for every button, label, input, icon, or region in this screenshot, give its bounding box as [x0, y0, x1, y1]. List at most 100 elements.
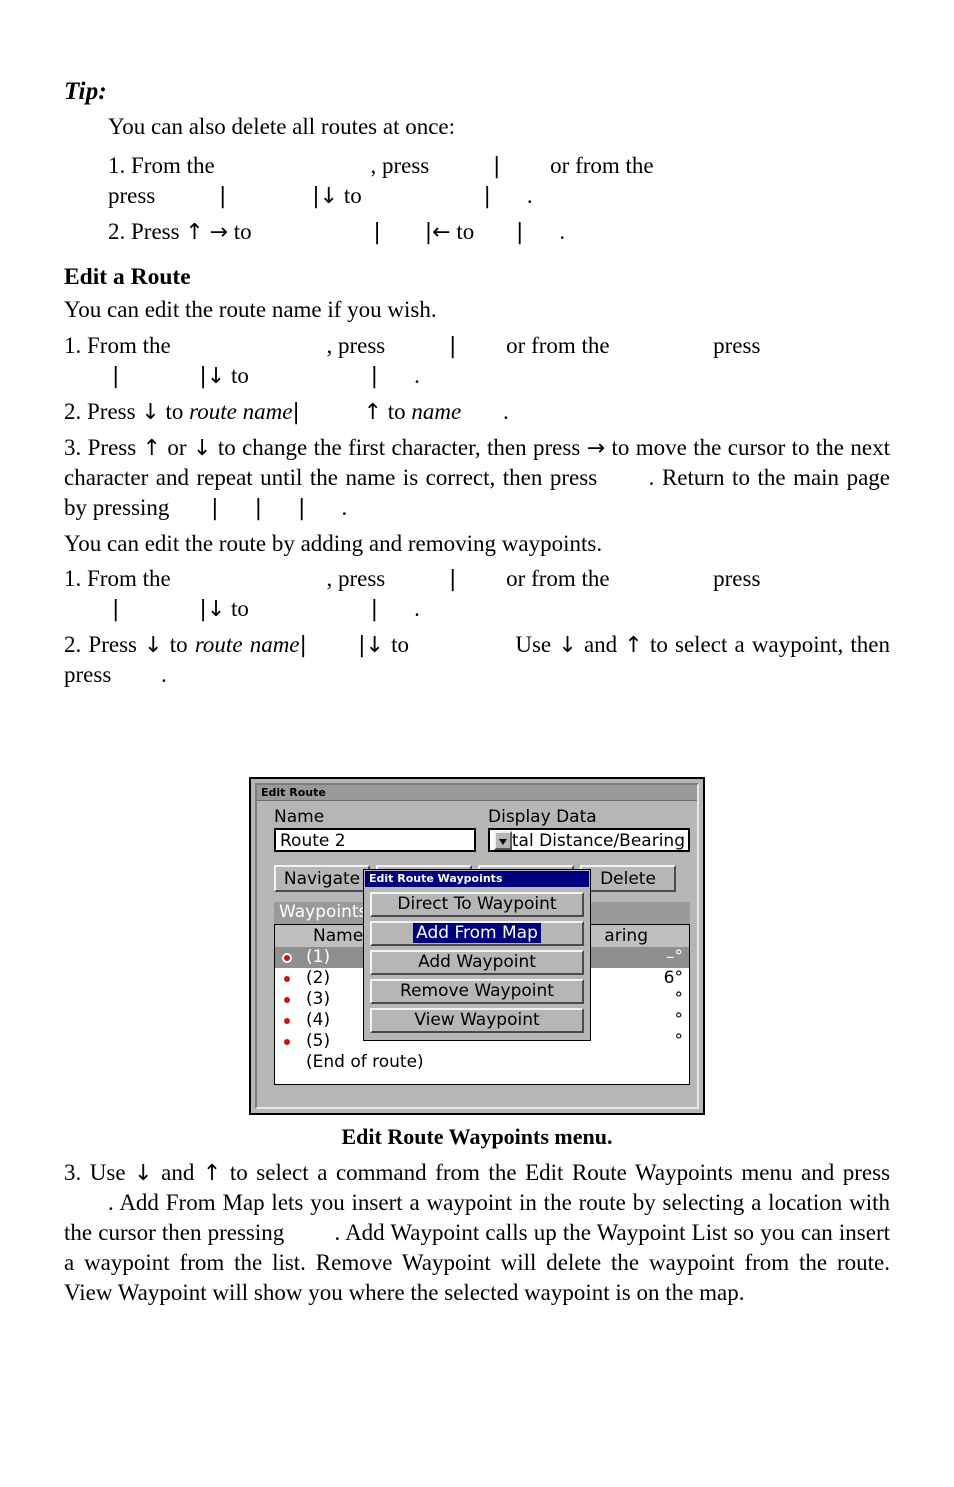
menu-item-label: Add From Map [413, 923, 541, 943]
tip-body: You can also delete all routes at once: [108, 114, 456, 139]
waypoint-step-1-b: , press [326, 566, 386, 592]
pipe-glyph: | [358, 633, 366, 659]
tip-step-2-b: to [233, 219, 252, 245]
tip-step-1-f: . [526, 183, 533, 209]
waypoint-step-1-c: or from the [506, 566, 610, 592]
name-step-3-t2: or [167, 434, 187, 460]
edit-route-waypoints-menu[interactable]: Edit Route Waypoints Direct To Waypoint … [363, 869, 591, 1041]
pipe-glyph: | [448, 334, 457, 360]
right-arrow-icon: → [209, 220, 228, 246]
menu-item-remove-waypoint[interactable]: Remove Waypoint [370, 979, 584, 1004]
pipe-glyph: | [492, 154, 501, 180]
final-step-paragraph: 3. Use ↓ and ↑ to select a command from … [64, 1158, 890, 1307]
menu-item-add-from-map[interactable]: Add From Map [370, 921, 584, 946]
name-step-2-a: Press [87, 398, 136, 424]
menu-item-direct-to-waypoint[interactable]: Direct To Waypoint [370, 892, 584, 917]
waypoint-intro: You can edit the route by adding and rem… [64, 530, 603, 556]
waypoint-name: (3) [306, 989, 331, 1009]
tip-step-1-e: to [343, 183, 362, 209]
name-step-1-e: to [231, 363, 249, 389]
waypoint-step-1-a: From the [87, 566, 171, 592]
name-step-1-b: , press [326, 333, 386, 359]
tip-step-2-a: Press [131, 219, 180, 245]
menu-item-view-waypoint[interactable]: View Waypoint [370, 1008, 584, 1033]
waypoint-dot-icon [284, 976, 290, 982]
waypoint-name: (4) [306, 1010, 331, 1030]
pipe-glyph: | [370, 597, 379, 623]
waypoint-step-2-g: . [161, 662, 167, 688]
tip-step-1-a: From the [131, 153, 215, 179]
edit-route-title: Edit Route [261, 786, 326, 799]
pipe-glyph: | [516, 220, 524, 246]
pipe-glyph: | [483, 184, 491, 210]
waypoint-name: (5) [306, 1031, 331, 1051]
pipe-glyph: | [298, 495, 306, 521]
delete-button[interactable]: Delete [580, 865, 676, 892]
tip-step-2-num: 2. [108, 219, 126, 245]
pipe-glyph: | [199, 597, 207, 623]
name-step-2-num: 2. [64, 398, 82, 424]
waypoint-bearing: 6° [663, 968, 683, 988]
pipe-glyph: | [112, 364, 120, 390]
route-name-value: Route 2 [280, 831, 346, 851]
waypoint-step-2: 2. Press ↓ to route name| |↓ to Use ↓ an… [64, 630, 890, 690]
name-step-3: 3. Press ↑ or ↓ to change the first char… [64, 433, 890, 523]
tip-step-1-d: press [108, 183, 156, 209]
name-step-1-c: or from the [506, 333, 610, 359]
final-step-t1: Use [89, 1160, 126, 1185]
waypoint-dot-icon [284, 1039, 290, 1045]
name-step-2-d: . [502, 398, 509, 424]
pipe-glyph: | [254, 495, 263, 521]
down-arrow-icon: ↓ [206, 364, 226, 390]
waypoint-step-1-e: to [231, 596, 249, 622]
waypoint-step-1: 1. From the , press | or from the press … [64, 564, 890, 624]
name-step-2-b: to [165, 398, 184, 424]
column-name: Name [313, 926, 364, 946]
tip-step-1-b: , press [370, 153, 430, 179]
name-step-1-num: 1. [64, 333, 82, 359]
name-step-3-t1: Press [87, 434, 137, 460]
down-arrow-icon: ↓ [206, 597, 226, 623]
pipe-glyph: | [312, 184, 320, 210]
figure-caption: Edit Route Waypoints menu. [341, 1124, 613, 1149]
pipe-glyph: | [448, 567, 457, 593]
name-step-1-a: From the [87, 333, 171, 359]
down-arrow-icon: ↓ [134, 1161, 153, 1186]
waypoint-step-2-e: and [583, 632, 618, 658]
gps-screen: Edit Route Name Route 2 Display Data Tot… [249, 777, 705, 1115]
down-arrow-icon: ↓ [144, 633, 163, 659]
waypoints-section-label: Waypoints [279, 902, 368, 922]
waypoint-dot-icon [284, 1018, 290, 1024]
manual-page: Tip: You can also delete all routes at o… [0, 0, 954, 1487]
name-step-3-t6: . [341, 494, 348, 520]
name-step-3-num: 3. [64, 434, 82, 460]
menu-item-add-waypoint[interactable]: Add Waypoint [370, 950, 584, 975]
navigate-button[interactable]: Navigate [274, 865, 370, 892]
figure-device-screenshot: Edit Route Name Route 2 Display Data Tot… [249, 777, 705, 1115]
end-of-route-label: (End of route) [306, 1052, 424, 1072]
waypoint-step-2-italic-1: route name [194, 632, 300, 658]
chevron-down-icon[interactable] [494, 831, 512, 850]
waypoint-step-2-b: to [169, 632, 188, 658]
waypoint-step-2-c: to [391, 632, 410, 658]
name-step-2-italic-1: route name [189, 398, 293, 424]
left-arrow-icon: ← [432, 220, 451, 246]
pipe-glyph: | [199, 364, 207, 390]
pipe-glyph: | [219, 184, 227, 210]
up-arrow-icon: ↑ [202, 1161, 222, 1186]
route-name-input[interactable]: Route 2 [274, 828, 476, 852]
tip-step-1-num: 1. [108, 153, 126, 179]
name-step-1-f: . [414, 363, 420, 389]
up-arrow-icon: ↑ [624, 633, 643, 659]
waypoint-step-2-num: 2. [64, 632, 82, 658]
column-bearing: aring [604, 926, 648, 946]
page-text-column: Tip: You can also delete all routes at o… [64, 78, 890, 696]
waypoint-step-1-d: press [713, 566, 761, 592]
menu-item-label: Add Waypoint [418, 952, 536, 972]
name-step-2: 2. Press ↓ to route name| ↑ to name . [64, 397, 890, 427]
waypoint-step-1-f: . [414, 596, 420, 622]
tip-heading: Tip: [64, 78, 107, 105]
waypoint-step-2-a: Press [88, 632, 137, 658]
display-data-select[interactable]: Total Distance/Bearing [488, 828, 690, 852]
waypoint-step-2-d: Use [515, 632, 552, 658]
